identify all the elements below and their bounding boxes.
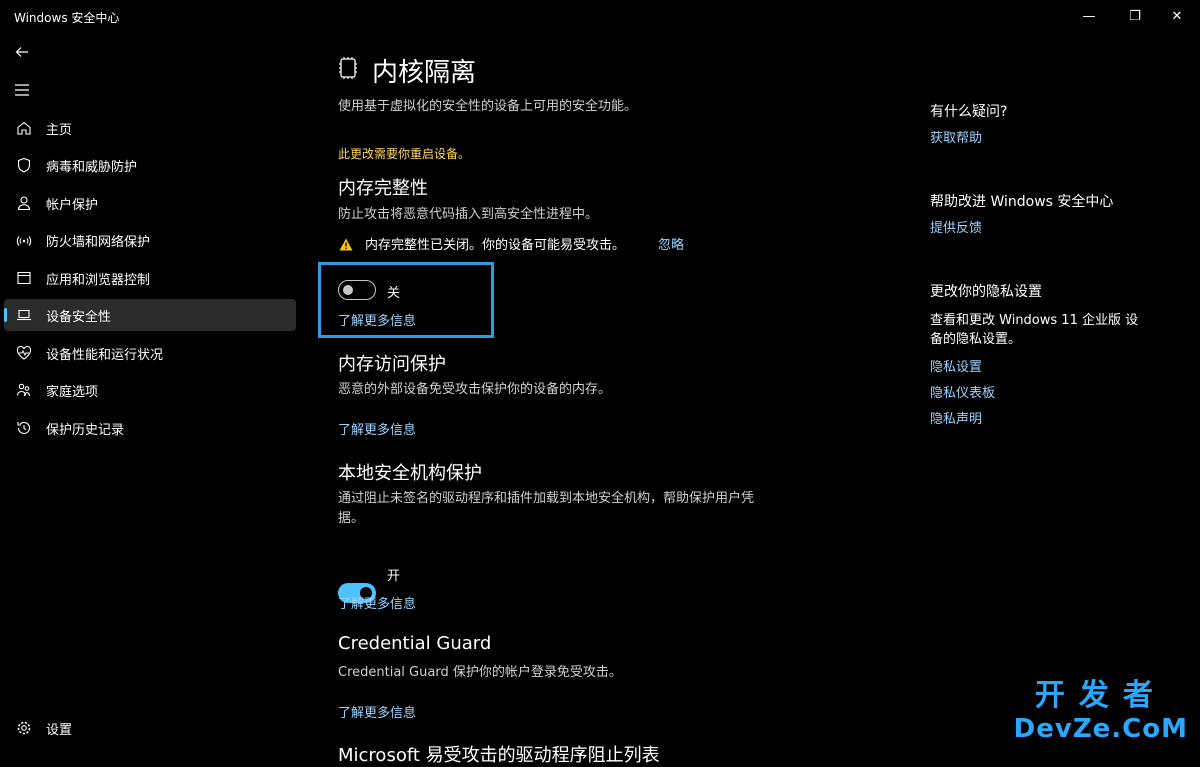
menu-button[interactable] <box>4 76 40 104</box>
nav-item-app-browser-control[interactable]: 应用和浏览器控制 <box>4 262 296 294</box>
page-subtitle: 使用基于虚拟化的安全性的设备上可用的安全功能。 <box>338 99 638 114</box>
lsa-learn-more[interactable]: 了解更多信息 <box>338 593 416 612</box>
memory-access-desc: 恶意的外部设备免受攻击保护你的设备的内存。 <box>338 382 612 397</box>
privacy-desc-line2: 备的隐私设置。 <box>930 332 1022 347</box>
memory-integrity-title: 内存完整性 <box>338 178 428 199</box>
privacy-statement-link[interactable]: 隐私声明 <box>930 408 982 427</box>
dismiss-link[interactable]: 忽略 <box>658 234 684 253</box>
close-button[interactable]: ✕ <box>1154 0 1200 32</box>
nav-item-virus-protection[interactable]: 病毒和威胁防护 <box>4 149 296 181</box>
memory-integrity-learn-more[interactable]: 了解更多信息 <box>338 310 416 329</box>
gear-icon <box>14 720 34 736</box>
nav-item-settings[interactable]: 设置 <box>4 712 296 744</box>
lsa-title: 本地安全机构保护 <box>338 463 482 484</box>
family-icon <box>14 382 34 398</box>
app-window-icon <box>14 270 34 286</box>
watermark-bottom: DevZe.CoM <box>1013 714 1188 744</box>
privacy-desc-line1: 查看和更改 Windows 11 企业版 设 <box>930 313 1139 328</box>
nav-item-device-security[interactable]: 设备安全性 <box>4 299 296 331</box>
improve-title: 帮助改进 Windows 安全中心 <box>930 194 1114 210</box>
shield-icon <box>14 157 34 173</box>
app-title: Windows 安全中心 <box>14 11 120 25</box>
wifi-icon <box>14 232 34 248</box>
credential-guard-learn-more[interactable]: 了解更多信息 <box>338 702 416 721</box>
active-indicator <box>4 308 7 322</box>
watermark-logo: 开发者 DevZe.CoM <box>1014 670 1188 744</box>
feedback-link[interactable]: 提供反馈 <box>930 217 982 236</box>
nav-item-home[interactable]: 主页 <box>4 112 296 144</box>
warning-icon <box>339 236 353 255</box>
heart-pulse-icon <box>14 345 34 361</box>
person-icon <box>14 195 34 211</box>
history-icon <box>14 420 34 436</box>
memory-access-title: 内存访问保护 <box>338 354 446 375</box>
privacy-settings-link[interactable]: 隐私设置 <box>930 356 982 375</box>
nav-item-device-performance[interactable]: 设备性能和运行状况 <box>4 337 296 369</box>
credential-guard-title: Credential Guard <box>338 633 492 654</box>
get-help-link[interactable]: 获取帮助 <box>930 127 982 146</box>
laptop-icon <box>14 307 34 323</box>
lsa-toggle-state: 开 <box>387 569 401 584</box>
memory-access-learn-more[interactable]: 了解更多信息 <box>338 419 416 438</box>
privacy-dashboard-link[interactable]: 隐私仪表板 <box>930 382 995 401</box>
nav-item-protection-history[interactable]: 保护历史记录 <box>4 412 296 444</box>
nav-item-family-options[interactable]: 家庭选项 <box>4 374 296 406</box>
memory-integrity-warning: 内存完整性已关闭。你的设备可能易受攻击。 <box>365 238 626 253</box>
home-icon <box>14 120 34 136</box>
blocklist-title: Microsoft 易受攻击的驱动程序阻止列表 <box>338 745 660 766</box>
watermark-top: 开发者 <box>1034 678 1167 713</box>
hamburger-menu-icon <box>15 84 29 96</box>
page-title: 内核隔离 <box>372 58 477 88</box>
nav-item-account-protection[interactable]: 帐户保护 <box>4 187 296 219</box>
back-arrow-icon <box>15 47 28 57</box>
privacy-title: 更改你的隐私设置 <box>930 284 1042 300</box>
lsa-desc-line1: 通过阻止未签名的驱动程序和插件加载到本地安全机构，帮助保护用户凭 <box>338 491 755 506</box>
question-title: 有什么疑问? <box>930 104 1008 120</box>
memory-integrity-desc: 防止攻击将恶意代码插入到高安全性进程中。 <box>338 207 599 222</box>
lsa-desc-line2: 据。 <box>338 511 365 526</box>
minimize-button[interactable]: — <box>1066 0 1112 32</box>
memory-integrity-toggle[interactable] <box>338 280 376 300</box>
back-button[interactable] <box>4 38 40 66</box>
page-icon <box>338 56 358 84</box>
nav-item-firewall[interactable]: 防火墙和网络保护 <box>4 224 296 256</box>
restart-notice: 此更改需要你重启设备。 <box>338 147 471 161</box>
maximize-button[interactable]: ❐ <box>1112 0 1158 32</box>
title-bar: Windows 安全中心 — ❐ ✕ <box>0 0 1200 32</box>
chip-icon <box>339 57 357 79</box>
credential-guard-desc: Credential Guard 保护你的帐户登录免受攻击。 <box>338 665 622 680</box>
memory-integrity-toggle-state: 关 <box>387 286 401 301</box>
